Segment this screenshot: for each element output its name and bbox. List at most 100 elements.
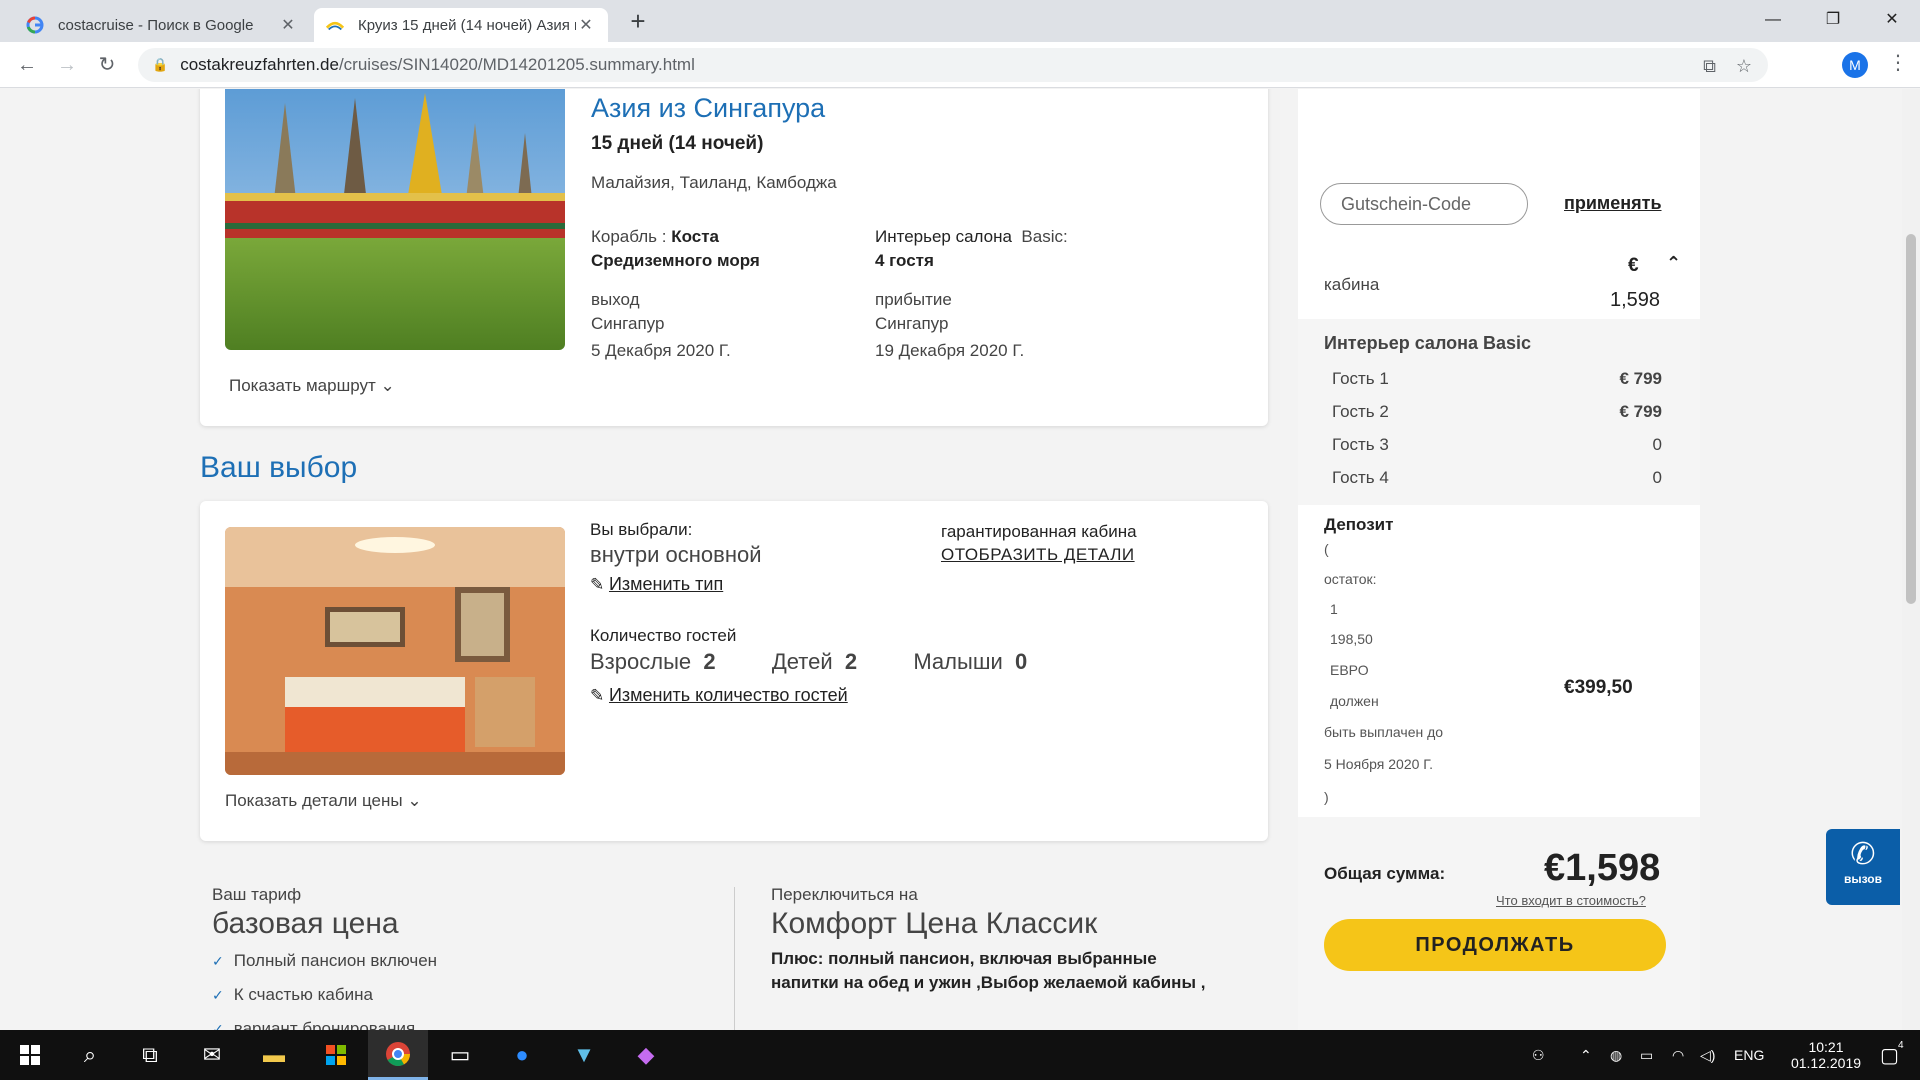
deposit-line: остаток:	[1324, 571, 1377, 587]
close-window-button[interactable]: ✕	[1864, 0, 1920, 40]
deposit-line: должен	[1330, 693, 1379, 709]
ship-name-2: Средиземного моря	[591, 251, 760, 270]
call-button[interactable]: ✆ вызов	[1826, 829, 1900, 905]
guest-price: 0	[1652, 435, 1662, 454]
chosen-label: Вы выбрали:	[590, 520, 693, 539]
page-scrollbar[interactable]	[1902, 89, 1920, 1030]
guest-price: 0	[1652, 468, 1662, 487]
windows-start-icon[interactable]	[0, 1030, 60, 1080]
cabin-price: 1,598	[1610, 289, 1661, 311]
paint-icon[interactable]: ◆	[616, 1030, 676, 1080]
new-tab-button[interactable]: +	[624, 8, 652, 36]
scrollbar-thumb[interactable]	[1906, 234, 1916, 604]
back-arrow-icon[interactable]: ←	[12, 50, 42, 80]
notifications-icon[interactable]: ▢	[1880, 1030, 1899, 1080]
lock-icon: 🔒	[152, 57, 169, 72]
arrival-city: Сингапур	[875, 314, 949, 333]
departure-label: выход	[591, 290, 640, 309]
store-icon[interactable]	[306, 1030, 366, 1080]
phone-icon: ✆	[1850, 838, 1876, 871]
cabin-currency: €	[1628, 255, 1639, 276]
tab-close-icon[interactable]: ✕	[278, 15, 298, 35]
vpn-icon[interactable]: ▼	[554, 1030, 614, 1080]
mail-icon[interactable]: ✉	[182, 1030, 242, 1080]
guest-label: Гость 3	[1332, 435, 1389, 454]
deposit-line: 5 Ноября 2020 Г.	[1324, 756, 1434, 772]
guest-price: € 799	[1619, 402, 1662, 421]
change-guests-link[interactable]: ✎ Изменить количество гостей	[590, 685, 848, 706]
file-explorer-icon[interactable]: ▬	[244, 1030, 304, 1080]
cabin-label-text: Интерьер салона	[875, 227, 1012, 246]
coupon-code-input[interactable]: Gutschein-Code	[1320, 183, 1528, 225]
your-tariff-label: Ваш тариф	[212, 885, 302, 904]
cabin-type: Basic:	[1021, 227, 1068, 246]
clock-time: 10:21	[1808, 1039, 1844, 1055]
cabin-photo	[225, 527, 565, 775]
language-indicator[interactable]: ENG	[1734, 1030, 1764, 1080]
guest-label: Гость 4	[1332, 468, 1389, 487]
clock[interactable]: 10:21 01.12.2019	[1778, 1030, 1874, 1080]
reload-icon[interactable]: ↻	[92, 50, 122, 80]
total-value: €1,598	[1544, 847, 1661, 889]
continue-button[interactable]: ПРОДОЛЖАТЬ	[1324, 919, 1666, 971]
zoom-icon[interactable]: ●	[492, 1030, 552, 1080]
google-icon	[26, 16, 44, 34]
departure-city: Сингапур	[591, 314, 665, 333]
ship-label-text: Корабль :	[591, 227, 667, 246]
booking-summary-sidebar: Gutschein-Code применять кабина € 1,598 …	[1298, 89, 1700, 1030]
change-guests-label: Изменить количество гостей	[608, 685, 848, 705]
ship-name: Коста	[671, 227, 719, 246]
whats-included-link[interactable]: Что входит в стоимость?	[1496, 893, 1646, 908]
guest-price-row: Гость 4 0	[1332, 468, 1662, 488]
change-type-link[interactable]: ✎ Изменить тип	[590, 574, 723, 595]
guest-count: 4 гостя	[875, 251, 934, 270]
wifi-icon[interactable]: ◠	[1672, 1030, 1684, 1080]
tariff-feature-text: вариант бронирования	[233, 1019, 416, 1030]
tariff-feature: ✓ Полный пансион включен	[212, 951, 437, 971]
forward-arrow-icon[interactable]: →	[52, 50, 82, 80]
guest-price-row: Гость 2 € 799	[1332, 402, 1662, 422]
guest-price-row: Гость 1 € 799	[1332, 369, 1662, 389]
your-tariff-name: базовая цена	[212, 907, 399, 940]
pencil-icon: ✎	[590, 686, 605, 705]
notification-count: 4	[1898, 1040, 1904, 1051]
menu-kebab-icon[interactable]: ⋮	[1888, 50, 1908, 75]
battery-icon[interactable]: ▭	[1640, 1030, 1653, 1080]
url-input[interactable]: 🔒 costakreuzfahrten.de /cruises/SIN14020…	[138, 48, 1768, 82]
restore-button[interactable]: ❐	[1805, 0, 1861, 40]
profile-avatar[interactable]: M	[1842, 52, 1868, 78]
browser-tab-strip: costacruise - Поиск в Google ✕ Круиз 15 …	[0, 0, 1920, 42]
tab-close-icon[interactable]: ✕	[576, 15, 596, 35]
guest-price-breakdown: Интерьер салона Basic Гость 1 € 799 Гость…	[1298, 319, 1700, 505]
adults-label: Взрослые	[590, 649, 692, 674]
switch-tariff-link[interactable]: Комфорт Цена Классик	[771, 907, 1097, 941]
people-icon[interactable]: ⚇	[1532, 1030, 1545, 1080]
tab-title: costacruise - Поиск в Google	[58, 16, 254, 34]
guaranteed-cabin: гарантированная кабина	[941, 522, 1137, 541]
translate-icon[interactable]: ⧉	[1703, 56, 1716, 77]
deposit-line: 198,50	[1330, 631, 1373, 647]
minimize-button[interactable]: —	[1745, 0, 1801, 40]
collapse-chevron-up-icon[interactable]: ⌃	[1666, 253, 1681, 274]
cruise-duration: 15 дней (14 ночей)	[591, 133, 764, 154]
chevron-down-icon: ⌄	[380, 376, 395, 395]
bookmark-star-icon[interactable]: ☆	[1736, 56, 1752, 77]
task-view-icon[interactable]: ⧉	[120, 1030, 180, 1080]
chosen-cabin: внутри основной	[590, 542, 762, 567]
tab-google-search[interactable]: costacruise - Поиск в Google ✕	[14, 8, 310, 42]
tray-chevron-icon[interactable]: ⌃	[1580, 1030, 1592, 1080]
price-details-link[interactable]: Показать детали цены ⌄	[225, 791, 422, 811]
volume-icon[interactable]: ◁)	[1700, 1030, 1715, 1080]
network-icon[interactable]: ◍	[1610, 1030, 1622, 1080]
tariff-divider	[734, 887, 735, 1030]
deposit-line: быть выплачен до	[1324, 724, 1444, 740]
apply-coupon-link[interactable]: применять	[1564, 193, 1662, 214]
tab-cruise-summary[interactable]: Круиз 15 дней (14 ночей) Азия из ✕	[314, 8, 608, 42]
departure-date: 5 Декабря 2020 Г.	[591, 341, 731, 360]
show-details-link[interactable]: ОТОБРАЗИТЬ ДЕТАЛИ	[941, 545, 1135, 565]
total-label: Общая сумма:	[1324, 864, 1446, 883]
chrome-icon[interactable]	[368, 1030, 428, 1080]
search-icon[interactable]: ⌕	[60, 1030, 120, 1080]
show-route-link[interactable]: Показать маршрут ⌄	[229, 376, 395, 396]
app-icon[interactable]: ▭	[430, 1030, 490, 1080]
